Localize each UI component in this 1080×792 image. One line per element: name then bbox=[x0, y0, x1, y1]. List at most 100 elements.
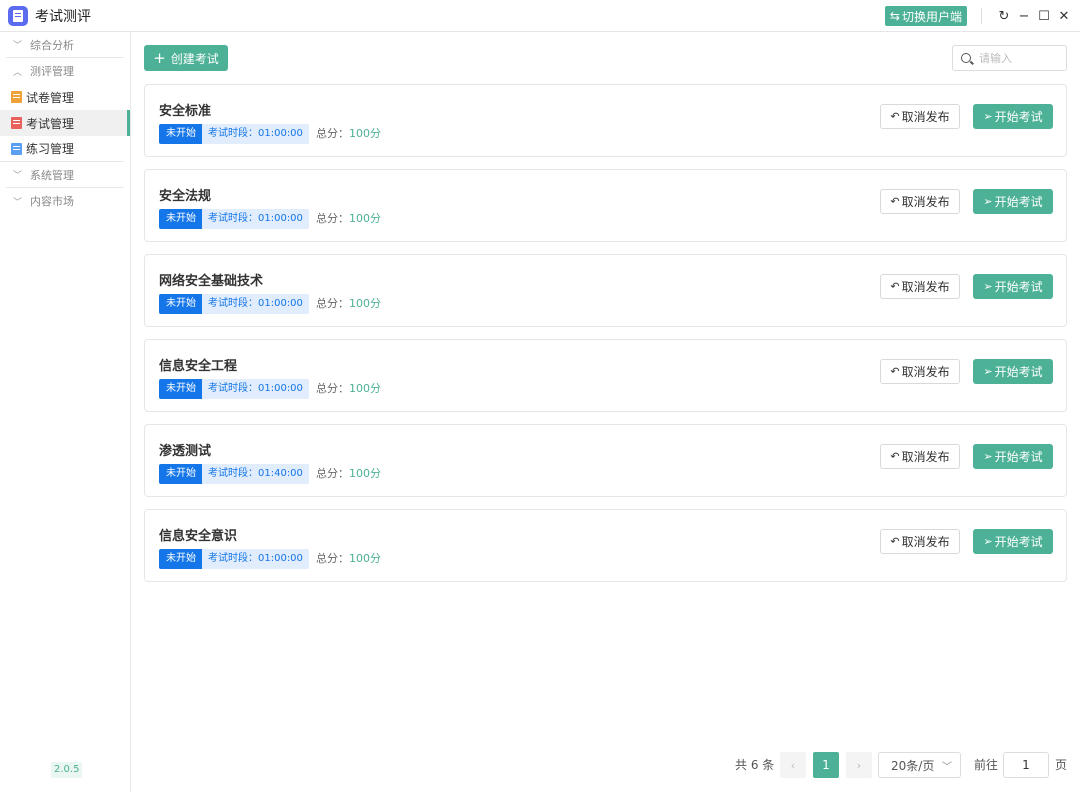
app-logo-icon bbox=[8, 5, 28, 26]
cancel-publish-button[interactable]: ↶ 取消发布 bbox=[880, 189, 960, 214]
total-score: 总分：100分 bbox=[316, 549, 381, 569]
total-score: 总分：100分 bbox=[316, 124, 381, 144]
start-exam-label: 开始考试 bbox=[994, 450, 1043, 464]
minimize-icon[interactable]: − bbox=[1014, 6, 1034, 26]
undo-icon: ↶ bbox=[890, 535, 900, 548]
exam-card: 安全法规 未开始 考试时段：01:00:00 总分：100分 ↶ 取消发布 ➢ 开始… bbox=[144, 169, 1067, 242]
sidebar-group-system[interactable]: ﹀ 系统管理 bbox=[6, 162, 124, 188]
undo-icon: ↶ bbox=[890, 365, 900, 378]
exam-title: 渗透测试 bbox=[159, 444, 212, 459]
search-box[interactable] bbox=[952, 45, 1067, 71]
send-icon: ➢ bbox=[983, 365, 993, 378]
sidebar-group-label: 内容市场 bbox=[30, 195, 74, 208]
undo-icon: ↶ bbox=[890, 195, 900, 208]
status-badge: 未开始 bbox=[159, 549, 203, 569]
send-icon: ➢ bbox=[983, 280, 993, 293]
time-badge: 考试时段：01:00:00 bbox=[202, 549, 309, 569]
practice-icon bbox=[11, 142, 22, 155]
total-label: 总分： bbox=[316, 212, 349, 225]
prev-page-button[interactable]: ‹ bbox=[780, 752, 806, 778]
total-score: 总分：100分 bbox=[316, 464, 381, 484]
start-exam-button[interactable]: ➢ 开始考试 bbox=[973, 444, 1053, 469]
sidebar-item-practice[interactable]: 练习管理 bbox=[0, 136, 124, 162]
cancel-publish-label: 取消发布 bbox=[901, 195, 950, 209]
chevron-down-icon: ﹀ bbox=[13, 41, 23, 51]
start-exam-button[interactable]: ➢ 开始考试 bbox=[973, 274, 1053, 299]
pagination-total: 共 6 条 bbox=[735, 758, 775, 772]
exam-title: 信息安全意识 bbox=[159, 529, 238, 544]
time-badge: 考试时段：01:00:00 bbox=[202, 294, 309, 314]
sidebar-item-label: 考试管理 bbox=[26, 116, 75, 131]
chevron-down-icon: ﹀ bbox=[13, 197, 23, 208]
cancel-publish-label: 取消发布 bbox=[901, 280, 950, 294]
total-value: 100分 bbox=[349, 382, 381, 395]
cancel-publish-label: 取消发布 bbox=[901, 365, 950, 379]
start-exam-label: 开始考试 bbox=[994, 195, 1043, 209]
exam-card: 信息安全意识 未开始 考试时段：01:00:00 总分：100分 ↶ 取消发布 ➢… bbox=[144, 509, 1067, 582]
cancel-publish-button[interactable]: ↶ 取消发布 bbox=[880, 359, 960, 384]
total-value: 100分 bbox=[349, 212, 381, 225]
close-icon[interactable]: ✕ bbox=[1054, 6, 1074, 26]
start-exam-button[interactable]: ➢ 开始考试 bbox=[973, 104, 1053, 129]
page-size-select[interactable]: 20条/页 ﹀ bbox=[878, 752, 961, 778]
status-badge: 未开始 bbox=[159, 124, 203, 144]
chevron-left-icon: ‹ bbox=[790, 758, 796, 772]
status-badge: 未开始 bbox=[159, 464, 203, 484]
create-exam-button[interactable]: + 创建考试 bbox=[144, 45, 228, 71]
chevron-down-icon: ﹀ bbox=[942, 762, 952, 773]
next-page-button[interactable]: › bbox=[846, 752, 872, 778]
cancel-publish-button[interactable]: ↶ 取消发布 bbox=[880, 529, 960, 554]
maximize-icon[interactable]: ☐ bbox=[1034, 6, 1054, 26]
cancel-publish-button[interactable]: ↶ 取消发布 bbox=[880, 274, 960, 299]
total-value: 100分 bbox=[349, 297, 381, 310]
total-value: 100分 bbox=[349, 552, 381, 565]
start-exam-button[interactable]: ➢ 开始考试 bbox=[973, 529, 1053, 554]
status-badge: 未开始 bbox=[159, 294, 203, 314]
exam-card: 信息安全工程 未开始 考试时段：01:00:00 总分：100分 ↶ 取消发布 ➢… bbox=[144, 339, 1067, 412]
time-badge: 考试时段：01:00:00 bbox=[202, 209, 309, 229]
total-label: 总分： bbox=[316, 382, 349, 395]
exam-title: 网络安全基础技术 bbox=[159, 274, 264, 289]
paper-icon bbox=[11, 91, 22, 103]
switch-user-button[interactable]: ⇆ 切换用户端 bbox=[884, 6, 967, 26]
app-title: 考试测评 bbox=[35, 8, 91, 25]
exam-title: 安全标准 bbox=[159, 104, 212, 119]
goto-page-input[interactable] bbox=[1003, 752, 1049, 778]
chevron-up-icon: ︿ bbox=[13, 67, 23, 78]
create-exam-label: 创建考试 bbox=[170, 51, 219, 66]
status-badge: 未开始 bbox=[159, 379, 203, 399]
status-badge: 未开始 bbox=[159, 209, 203, 229]
start-exam-label: 开始考试 bbox=[994, 535, 1043, 549]
total-label: 总分： bbox=[316, 552, 349, 565]
exam-title: 安全法规 bbox=[159, 189, 212, 204]
refresh-icon[interactable]: ↻ bbox=[994, 6, 1014, 26]
start-exam-button[interactable]: ➢ 开始考试 bbox=[973, 189, 1053, 214]
start-exam-button[interactable]: ➢ 开始考试 bbox=[973, 359, 1053, 384]
exam-icon bbox=[11, 117, 22, 129]
undo-icon: ↶ bbox=[890, 450, 900, 463]
total-label: 总分： bbox=[316, 467, 349, 480]
plus-icon: + bbox=[153, 48, 166, 67]
exam-card: 网络安全基础技术 未开始 考试时段：01:00:00 总分：100分 ↶ 取消发布… bbox=[144, 254, 1067, 327]
exam-card: 安全标准 未开始 考试时段：01:00:00 总分：100分 ↶ 取消发布 ➢ 开始… bbox=[144, 84, 1067, 157]
sidebar-group-evaluation[interactable]: ︿ 测评管理 bbox=[6, 58, 124, 84]
title-bar: 考试测评 ⇆ 切换用户端 ↻ − ☐ ✕ bbox=[0, 0, 1080, 32]
undo-icon: ↶ bbox=[890, 110, 900, 123]
time-badge: 考试时段：01:00:00 bbox=[202, 379, 309, 399]
swap-icon: ⇆ bbox=[889, 9, 900, 23]
sidebar-group-label: 综合分析 bbox=[30, 38, 74, 52]
sidebar-item-exams[interactable]: 考试管理 bbox=[0, 110, 130, 136]
sidebar-item-label: 练习管理 bbox=[26, 142, 75, 156]
cancel-publish-button[interactable]: ↶ 取消发布 bbox=[880, 104, 960, 129]
sidebar-group-market[interactable]: ﹀ 内容市场 bbox=[6, 188, 124, 214]
search-input[interactable] bbox=[979, 51, 1059, 65]
sidebar-group-label: 测评管理 bbox=[30, 65, 74, 78]
sidebar-group-analysis[interactable]: ﹀ 综合分析 bbox=[6, 32, 124, 58]
sidebar-item-papers[interactable]: 试卷管理 bbox=[0, 84, 130, 110]
cancel-publish-button[interactable]: ↶ 取消发布 bbox=[880, 444, 960, 469]
time-badge: 考试时段：01:40:00 bbox=[202, 464, 309, 484]
page-number-current[interactable]: 1 bbox=[813, 752, 839, 778]
sidebar-group-label: 系统管理 bbox=[30, 168, 74, 182]
undo-icon: ↶ bbox=[890, 280, 900, 293]
main-content: + 创建考试 安全标准 未开始 考试时段：01:00:00 总分：100分 ↶取… bbox=[131, 32, 1080, 792]
